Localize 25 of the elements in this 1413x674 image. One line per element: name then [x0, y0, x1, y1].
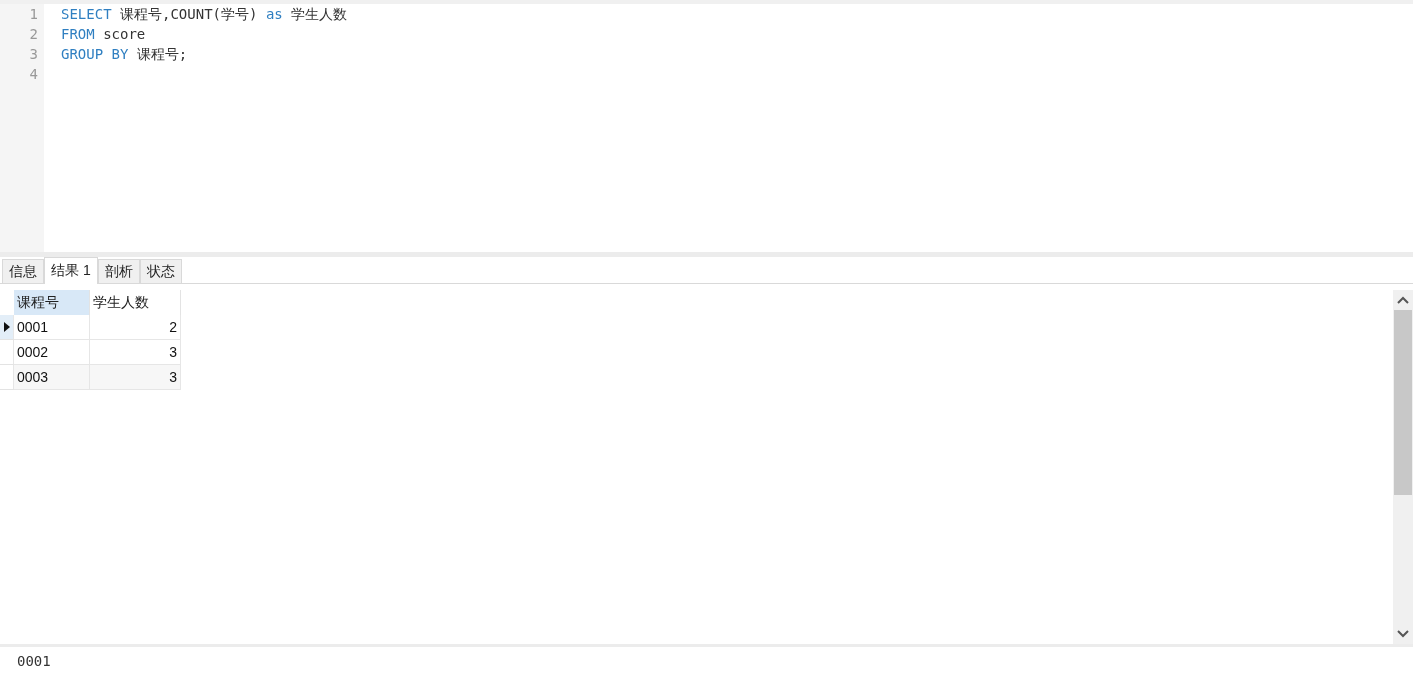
table-cell: 0003 [13, 364, 90, 390]
table-cell: 0001 [13, 315, 90, 340]
table-cell: 0002 [13, 339, 90, 365]
line-number: 1 [28, 6, 39, 24]
scrollbar-thumb[interactable] [1394, 310, 1412, 496]
table-cell: 3 [89, 364, 181, 390]
code-line: SELECT 课程号,COUNT(学号) as 学生人数 [61, 6, 348, 24]
code-line: FROM score [61, 26, 146, 44]
vertical-scrollbar[interactable] [1393, 290, 1413, 645]
line-number: 4 [28, 66, 39, 84]
sql-editor[interactable]: 1 2 3 4 SELECT 课程号,COUNT(学号) as 学生人数 FROM score GROUP BY 课程号; [0, 0, 1413, 252]
result-tab[interactable]: 信息 [2, 259, 44, 284]
cell-value-text: 0001 [17, 652, 51, 669]
column-header[interactable]: 课程号 [13, 290, 90, 316]
table-cell: 2 [89, 315, 181, 340]
result-tab[interactable]: 状态 [139, 259, 182, 284]
line-number: 2 [28, 26, 39, 44]
result-tab[interactable]: 结果 1 [44, 257, 98, 285]
row-indicator[interactable] [0, 315, 14, 340]
current-row-icon [4, 322, 10, 333]
code-line: GROUP BY 课程号; [61, 46, 188, 64]
result-tab[interactable]: 剖析 [97, 259, 140, 284]
table-cell: 3 [89, 339, 181, 365]
line-number: 3 [28, 46, 39, 64]
column-header[interactable]: 学生人数 [89, 290, 181, 316]
